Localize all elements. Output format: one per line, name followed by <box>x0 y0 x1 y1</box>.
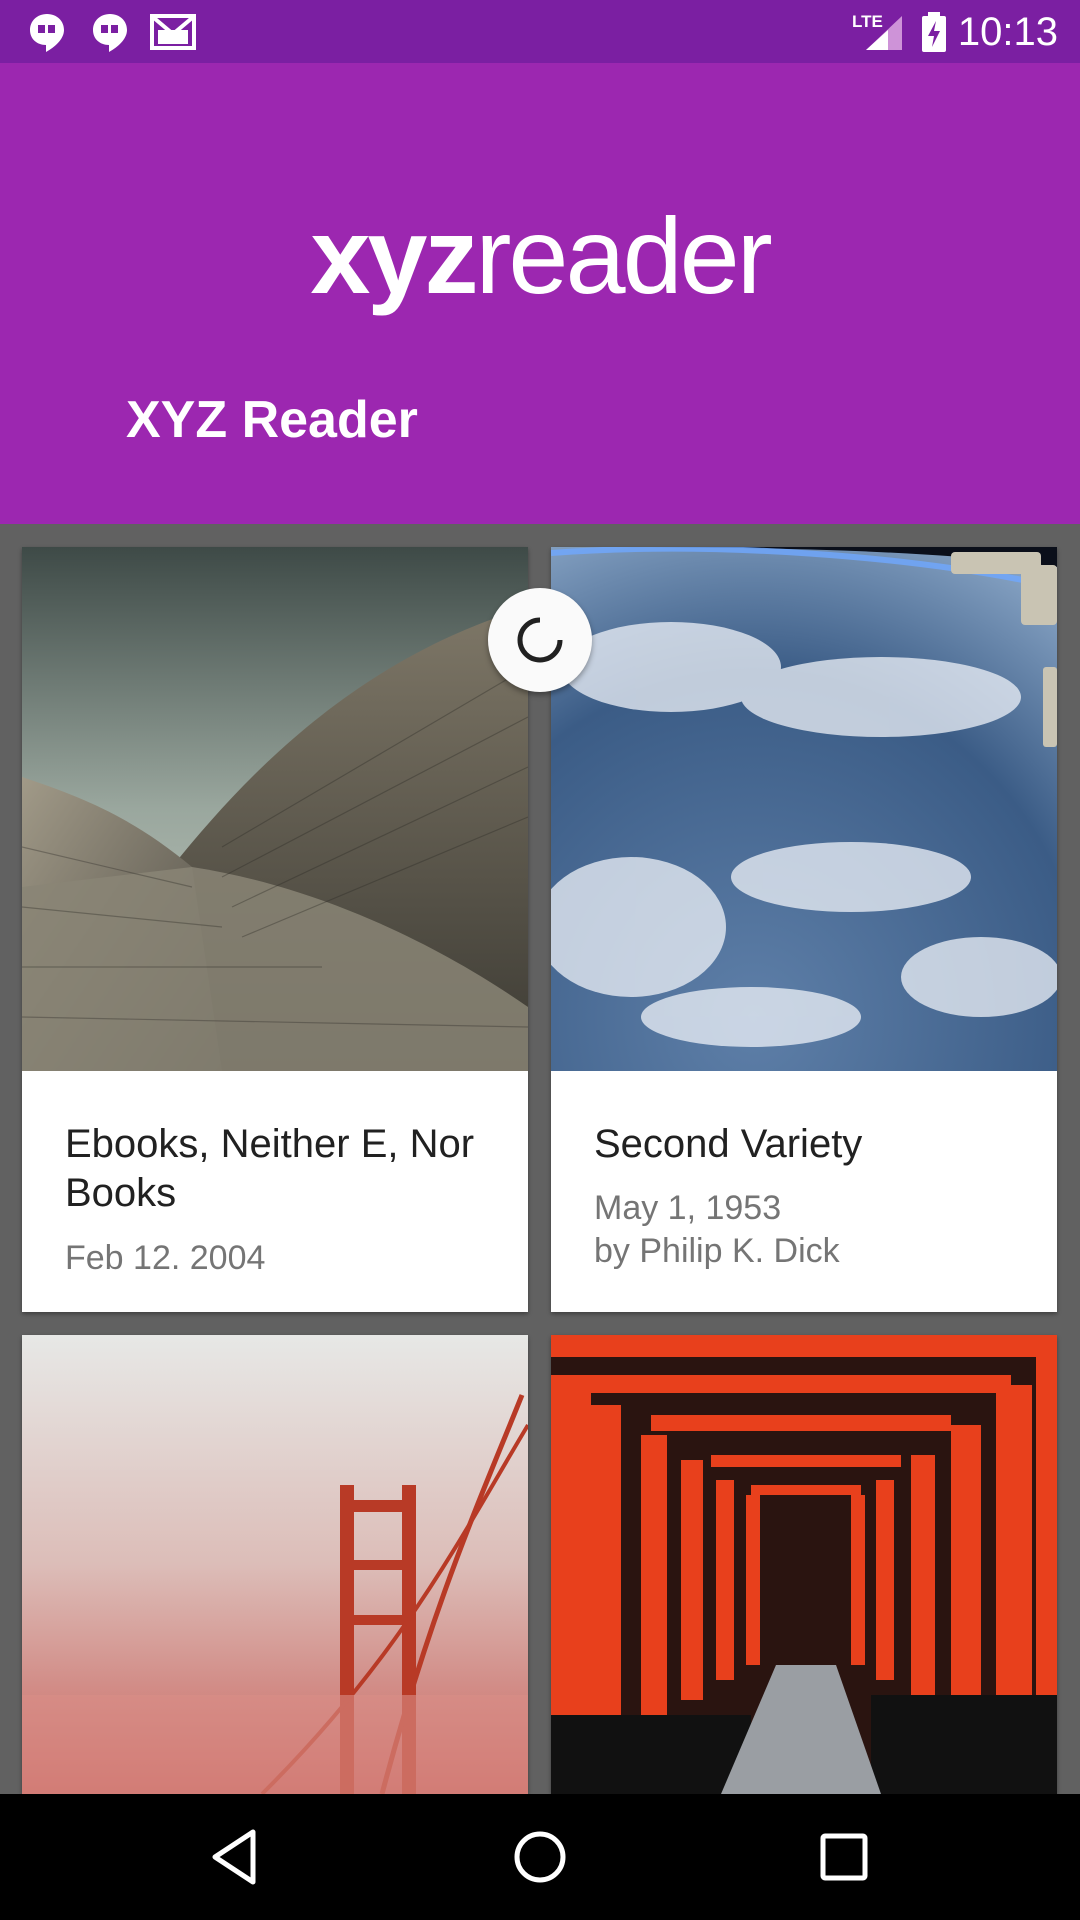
article-card[interactable] <box>22 1335 528 1794</box>
clock: 10:13 <box>957 10 1058 54</box>
article-card[interactable]: Second Variety May 1, 1953 by Philip K. … <box>551 547 1057 1312</box>
opera-house-roof-photo <box>22 547 528 1071</box>
battery-charging-icon <box>922 12 946 52</box>
article-date: May 1, 1953 <box>594 1189 782 1227</box>
torii-gates-path-photo <box>551 1335 1057 1794</box>
spinner-arc-icon <box>517 617 563 663</box>
golden-gate-bridge-fog-photo <box>22 1335 528 1794</box>
article-title: Ebooks, Neither E, Nor Books <box>65 1122 475 1215</box>
article-card[interactable]: Ebooks, Neither E, Nor Books Feb 12. 200… <box>22 547 528 1312</box>
navigation-bar <box>0 1794 1080 1920</box>
earth-from-orbit-photo <box>551 547 1057 1071</box>
article-date: Feb 12. 2004 <box>65 1239 266 1277</box>
hangouts-icon <box>93 14 127 52</box>
status-bar: LTE 10:13 <box>0 0 1080 63</box>
gmail-icon <box>150 14 196 50</box>
hangouts-icon <box>30 14 64 52</box>
loading-spinner <box>488 588 592 692</box>
article-title: Second Variety <box>594 1122 863 1166</box>
app-bar: xyzreader XYZ Reader <box>0 63 1080 524</box>
signal-icon <box>866 16 902 50</box>
app-title: XYZ Reader <box>126 391 418 449</box>
home-icon[interactable] <box>507 1824 573 1890</box>
recents-icon[interactable] <box>811 1824 877 1890</box>
back-icon[interactable] <box>203 1824 269 1890</box>
article-card[interactable] <box>551 1335 1057 1794</box>
app-logo: xyzreader <box>310 195 772 316</box>
article-author: by Philip K. Dick <box>594 1232 840 1270</box>
